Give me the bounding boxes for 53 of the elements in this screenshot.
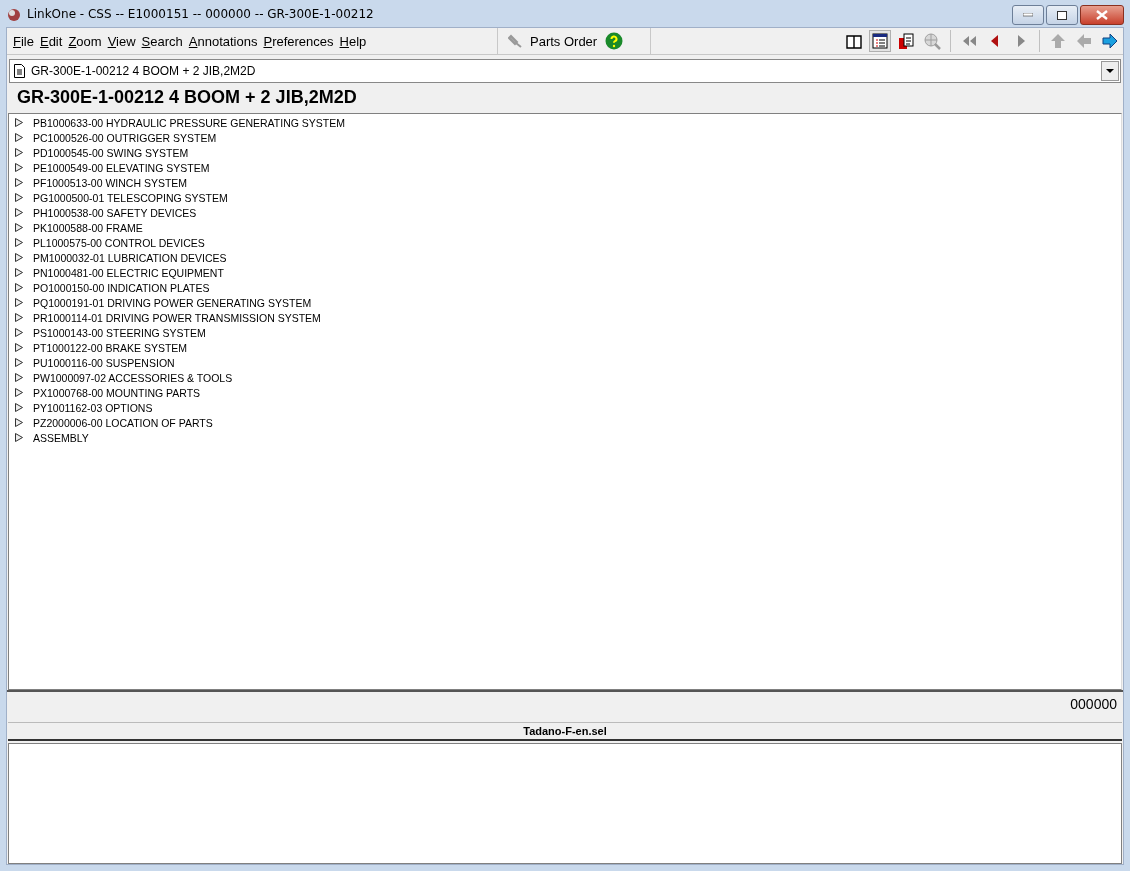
list-tool-button[interactable] <box>869 30 891 52</box>
tree-item[interactable]: PN1000481-00 ELECTRIC EQUIPMENT <box>33 266 224 279</box>
tree-item[interactable]: PZ2000006-00 LOCATION OF PARTS <box>33 416 213 429</box>
tree-item[interactable]: PY1001162-03 OPTIONS <box>33 401 153 414</box>
tree-item[interactable]: PB1000633-00 HYDRAULIC PRESSURE GENERATING SYSTEM <box>33 116 345 129</box>
menu-item[interactable]: Help <box>339 33 367 49</box>
menu-item[interactable]: View <box>107 33 136 49</box>
maximize-icon <box>1057 10 1067 20</box>
tree-item[interactable]: PR1000114-01 DRIVING POWER TRANSMISSION SYSTEM <box>33 311 321 324</box>
tree-item[interactable]: PW1000097-02 ACCESSORIES & TOOLS <box>33 371 233 384</box>
menu-item[interactable]: Preferences <box>263 33 334 49</box>
close-button[interactable] <box>1080 5 1124 25</box>
tree-item[interactable]: PM1000032-01 LUBRICATION DEVICES <box>33 251 227 264</box>
tree-item[interactable]: PS1000143-00 STEERING SYSTEM <box>33 326 206 339</box>
menu-item[interactable]: Zoom <box>68 33 102 49</box>
help-icon[interactable] <box>605 32 624 50</box>
pane-header: Tadano-F-en.sel <box>8 722 1122 741</box>
caret-icon <box>1106 69 1114 73</box>
tree-item[interactable]: PD1000545-00 SWING SYSTEM <box>33 146 189 159</box>
right-arrow-icon <box>1101 32 1119 50</box>
tree-item[interactable]: ASSEMBLY <box>33 431 89 444</box>
tree-item[interactable]: PU1000116-00 SUSPENSION <box>33 356 175 369</box>
document-select[interactable]: GR-300E-1-00212 4 BOOM + 2 JIB,2M2D <box>9 59 1121 83</box>
list-window-icon <box>871 32 889 50</box>
parts-order-label: Parts Order <box>530 33 598 49</box>
globe-search-icon <box>923 32 941 50</box>
left-arrow-icon <box>1075 32 1093 50</box>
tree-item[interactable]: PG1000500-01 TELESCOPING SYSTEM <box>33 191 228 204</box>
tree-item[interactable]: PE1000549-00 ELEVATING SYSTEM <box>33 161 210 174</box>
documents-icon <box>897 32 915 50</box>
tree-item[interactable]: PO1000150-00 INDICATION PLATES <box>33 281 210 294</box>
page-heading: GR-300E-1-00212 4 BOOM + 2 JIB,2M2D <box>16 86 358 109</box>
up-arrow-icon <box>1049 32 1067 50</box>
minimize-icon <box>1023 13 1033 17</box>
tree-item[interactable]: PC1000526-00 OUTRIGGER SYSTEM <box>33 131 217 144</box>
book-icon <box>845 32 863 50</box>
tree-item[interactable]: PT1000122-00 BRAKE SYSTEM <box>33 341 188 354</box>
menu-item[interactable]: Edit <box>39 33 63 49</box>
maximize-button[interactable] <box>1046 5 1078 25</box>
tree-item[interactable]: PH1000538-00 SAFETY DEVICES <box>33 206 197 219</box>
tree-item[interactable]: PX1000768-00 MOUNTING PARTS <box>33 386 201 399</box>
pin-icon <box>508 34 522 48</box>
menu-item[interactable]: Search <box>141 33 183 49</box>
tree-item[interactable]: PK1000588-00 FRAME <box>33 221 143 234</box>
close-icon <box>1096 10 1108 20</box>
tree-item[interactable]: PF1000513-00 WINCH SYSTEM <box>33 176 188 189</box>
document-icon <box>14 64 25 78</box>
tree-item[interactable]: PQ1000191-01 DRIVING POWER GENERATING SYSTEM <box>33 296 312 309</box>
menu-item[interactable]: File <box>13 33 34 49</box>
status-code: 000000 <box>1070 696 1117 712</box>
window-title: LinkOne - CSS -- E1000151 -- 000000 -- GR-300E-1-00212 <box>27 6 374 21</box>
tree-item[interactable]: PL1000575-00 CONTROL DEVICES <box>33 236 205 249</box>
menu-item[interactable]: Annotations <box>188 33 258 49</box>
